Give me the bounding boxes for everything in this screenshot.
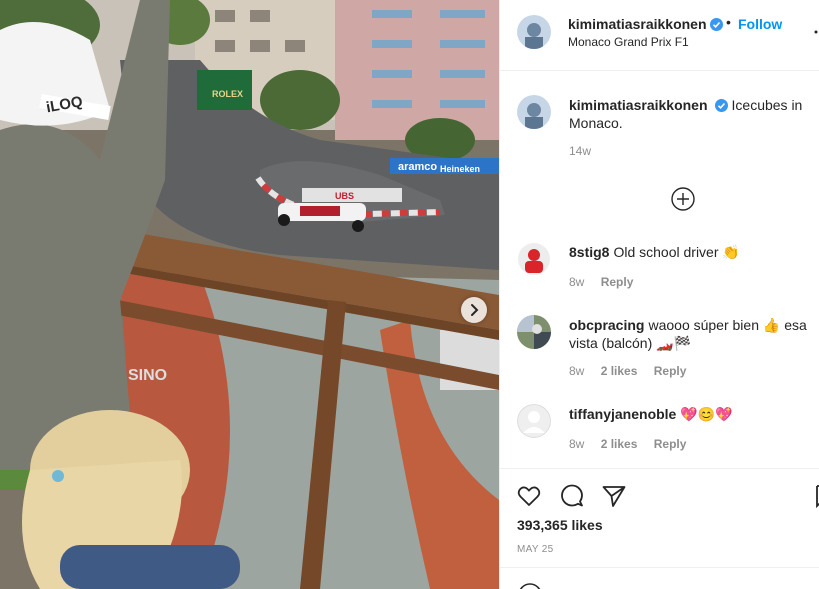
- caption-text-block: kimimatiasraikkonen Icecubes in Monaco.: [569, 96, 813, 132]
- post-author-username[interactable]: kimimatiasraikkonen: [568, 16, 723, 32]
- comment-icon[interactable]: [559, 483, 585, 509]
- comment-text-block: tiffanyjanenoble 💖😊💖: [569, 405, 813, 423]
- more-options-icon[interactable]: [812, 28, 819, 36]
- default-profile-picture: [517, 404, 551, 438]
- comment-text-block: obcpracing waooo súper bien 👍 esa vista (…: [569, 316, 813, 352]
- heineken-banner-text: Heineken: [440, 164, 480, 174]
- post-side-panel: kimimatiasraikkonen • Follow Monaco Gran…: [499, 0, 819, 589]
- caption-meta: 14w: [569, 144, 604, 158]
- comment-timestamp[interactable]: 8w: [569, 364, 584, 378]
- comment-text: Old school driver 👏: [613, 244, 740, 260]
- post-header: kimimatiasraikkonen • Follow Monaco Gran…: [500, 0, 819, 71]
- comment-username[interactable]: 8stig8: [569, 244, 609, 260]
- comment-text: 💖😊💖: [680, 406, 733, 422]
- heart-icon[interactable]: [516, 483, 542, 509]
- next-photo-button[interactable]: [461, 297, 487, 323]
- profile-picture: [517, 242, 551, 276]
- avatar[interactable]: [517, 315, 551, 349]
- post-actions: 393,365 likes MAY 25: [500, 468, 819, 568]
- avatar[interactable]: [517, 15, 551, 49]
- verified-badge-icon: [714, 99, 728, 112]
- comment-username[interactable]: tiffanyjanenoble: [569, 406, 676, 422]
- post-date[interactable]: MAY 25: [517, 544, 553, 555]
- comment-username[interactable]: obcpracing: [569, 317, 644, 333]
- bookmark-icon[interactable]: [806, 483, 819, 509]
- comment-item: 8stig8 Old school driver 👏 8w Reply: [517, 242, 817, 298]
- aramco-banner-text: aramco: [398, 161, 437, 173]
- separator-dot: •: [726, 14, 731, 30]
- post-location[interactable]: Monaco Grand Prix F1: [568, 35, 689, 49]
- verified-badge-icon: [709, 18, 723, 31]
- load-more-comments-icon[interactable]: [670, 186, 696, 212]
- reply-button[interactable]: Reply: [654, 437, 687, 451]
- add-comment-bar: [500, 567, 819, 589]
- reply-button[interactable]: Reply: [654, 364, 687, 378]
- chevron-right-icon: [471, 304, 479, 316]
- comment-meta: 8w 2 likes Reply: [569, 437, 699, 451]
- comment-item: tiffanyjanenoble 💖😊💖 8w 2 likes Reply: [517, 404, 817, 460]
- emoji-icon[interactable]: [517, 582, 543, 589]
- profile-picture: [517, 315, 551, 349]
- profile-picture: [517, 15, 551, 49]
- post-photo[interactable]: iLOQ ROLEX UBS aramco Heineken SINO: [0, 0, 499, 589]
- rolex-banner-text: ROLEX: [212, 89, 243, 99]
- post-caption: kimimatiasraikkonen Icecubes in Monaco. 1…: [517, 95, 817, 165]
- comments-section: kimimatiasraikkonen Icecubes in Monaco. 1…: [500, 71, 819, 468]
- comment-timestamp[interactable]: 8w: [569, 275, 584, 289]
- comment-text-block: 8stig8 Old school driver 👏: [569, 243, 813, 261]
- caption-timestamp[interactable]: 14w: [569, 144, 591, 158]
- comment-likes-count[interactable]: 2 likes: [601, 437, 638, 451]
- comment-likes-count[interactable]: 2 likes: [601, 364, 638, 378]
- monaco-balcony-photo: iLOQ ROLEX UBS aramco Heineken SINO: [0, 0, 499, 589]
- comment-timestamp[interactable]: 8w: [569, 437, 584, 451]
- reply-button[interactable]: Reply: [601, 275, 634, 289]
- comment-item: obcpracing waooo súper bien 👍 esa vista (…: [517, 315, 817, 387]
- avatar[interactable]: [517, 242, 551, 276]
- comment-meta: 8w 2 likes Reply: [569, 364, 699, 378]
- avatar[interactable]: [517, 95, 551, 129]
- comment-meta: 8w Reply: [569, 275, 646, 289]
- likes-count[interactable]: 393,365 likes: [517, 517, 603, 533]
- avatar[interactable]: [517, 404, 551, 438]
- share-icon[interactable]: [601, 483, 627, 509]
- ubs-banner-text: UBS: [335, 191, 354, 201]
- follow-button[interactable]: Follow: [738, 16, 782, 32]
- casino-sign-text: SINO: [128, 367, 167, 384]
- caption-username[interactable]: kimimatiasraikkonen: [569, 97, 708, 113]
- profile-picture: [517, 95, 551, 129]
